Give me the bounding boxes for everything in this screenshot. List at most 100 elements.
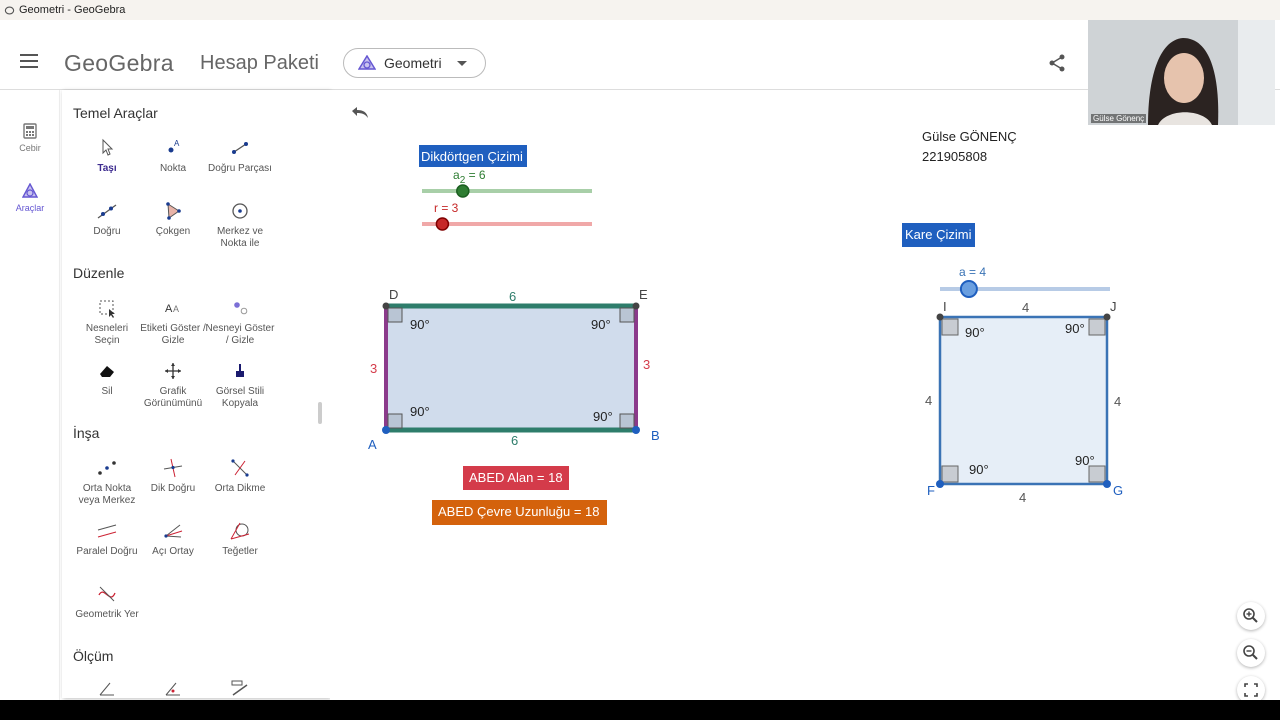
point-d[interactable] <box>382 302 390 310</box>
slider-a2-knob[interactable] <box>456 184 470 198</box>
rect-title: Dikdörtgen Çizimi <box>421 149 523 164</box>
point-f[interactable] <box>936 480 944 488</box>
tools-scrollbar[interactable] <box>318 402 322 424</box>
section-title: İnşa <box>73 425 100 441</box>
tool-label: Dik Doğru <box>150 483 196 494</box>
tool-label: Doğru <box>93 226 121 237</box>
tool-copy-visual-style[interactable]: Görsel Stili Kopyala <box>205 360 275 410</box>
tool-move[interactable]: Taşı <box>72 137 142 175</box>
share-icon[interactable] <box>1048 54 1066 72</box>
tool-angle-bisector[interactable]: Açı Ortay <box>138 520 208 558</box>
tool-label: Taşı <box>97 163 117 174</box>
select-icon <box>99 300 115 318</box>
section-title: Temel Araçlar <box>73 105 158 121</box>
chevron-down-icon <box>457 61 467 66</box>
geometry-drawing: Dikdörtgen Çizimi a2 = 6 r = 3 90° 90° 9… <box>368 129 1123 525</box>
tool-distance[interactable] <box>205 679 275 698</box>
midpoint-icon <box>98 461 116 475</box>
tool-parallel-line[interactable]: Paralel Doğru <box>72 520 142 558</box>
angle-icon <box>99 682 114 696</box>
tool-point[interactable]: A Nokta <box>138 137 208 175</box>
sidebar-item-label: Cebir <box>19 143 41 153</box>
tool-perpendicular-bisector[interactable]: Orta Dikme <box>205 457 275 495</box>
tool-label: Orta Dikme <box>214 483 266 494</box>
side-length-bottom: 4 <box>1019 490 1026 505</box>
point-i[interactable] <box>936 313 944 321</box>
menu-icon[interactable] <box>20 54 38 68</box>
tool-segment[interactable]: Doğru Parçası <box>205 137 275 175</box>
tool-circle-center-point[interactable]: Merkez ve Nokta ile <box>205 200 275 250</box>
app-selector-label: Geometri <box>384 55 442 71</box>
show-hide-icon <box>234 302 248 315</box>
side-length-left: 3 <box>370 361 377 376</box>
sidebar-item-label: Araçlar <box>15 203 45 213</box>
author-id: 221905808 <box>922 149 987 164</box>
angle-label: 90° <box>969 462 989 477</box>
area-label: ABED Alan = 18 <box>469 470 563 485</box>
fullscreen-button[interactable] <box>1237 676 1265 700</box>
sidebar-item-araclar[interactable]: Araçlar <box>0 183 60 213</box>
side-length-right: 4 <box>1114 394 1121 409</box>
point-label-g: G <box>1113 483 1123 498</box>
tool-label: Nokta <box>159 163 187 174</box>
tool-delete[interactable]: Sil <box>72 360 142 398</box>
slider-a-knob[interactable] <box>959 280 978 298</box>
circle-icon <box>232 203 248 219</box>
perpendicular-icon <box>163 458 183 478</box>
fullscreen-icon <box>1244 683 1258 697</box>
right-angle-marker <box>941 318 959 336</box>
app-selector[interactable]: Geometri <box>343 48 486 78</box>
geogebra-icon <box>4 5 15 15</box>
bisector-icon <box>231 459 249 477</box>
point-b[interactable] <box>632 426 640 434</box>
zoom-out-icon <box>1243 645 1258 660</box>
point-label-a: A <box>368 437 377 452</box>
point-e[interactable] <box>632 302 640 310</box>
parallel-icon <box>97 524 117 538</box>
right-angle-marker <box>619 307 635 323</box>
tool-label: Paralel Doğru <box>76 546 138 557</box>
tool-locus[interactable]: Geometrik Yer <box>72 583 142 621</box>
brush-icon <box>236 364 244 377</box>
tool-tangents[interactable]: Teğetler <box>205 520 275 558</box>
zoom-in-button[interactable] <box>1237 602 1265 630</box>
square-title: Kare Çizimi <box>905 227 972 242</box>
angle-label: 90° <box>1065 321 1085 336</box>
point-j[interactable] <box>1103 313 1111 321</box>
tool-midpoint[interactable]: Orta Nokta veya Merkez <box>72 457 142 507</box>
point-g[interactable] <box>1103 480 1111 488</box>
graphics-view[interactable]: Dikdörtgen Çizimi a2 = 6 r = 3 90° 90° 9… <box>330 90 1280 700</box>
polygon-icon <box>166 202 181 220</box>
tool-label: Açı Ortay <box>152 546 194 557</box>
slider-a2-label: a2 = 6 <box>453 168 486 186</box>
tool-show-hide-object[interactable]: Nesneyi Göster / Gizle <box>205 297 275 347</box>
point-a[interactable] <box>382 426 390 434</box>
bottom-letterbox <box>0 700 1280 720</box>
window-title: Geometri - GeoGebra <box>19 4 126 16</box>
right-angle-marker <box>387 413 403 429</box>
geogebra-logo[interactable]: GeoGebra <box>64 50 174 77</box>
tool-show-hide-label[interactable]: AA Etiketi Göster / Gizle <box>138 297 208 347</box>
tool-label: Nesneyi Göster / Gizle <box>205 323 275 346</box>
tangent-icon <box>230 522 250 540</box>
tool-angle-given-size[interactable] <box>138 679 208 698</box>
tools-icon <box>22 183 38 198</box>
tool-select-objects[interactable]: Nesneleri Seçin <box>72 297 142 347</box>
right-angle-marker <box>619 413 635 429</box>
point-label-j: J <box>1110 299 1117 314</box>
sidebar-item-cebir[interactable]: Cebir <box>0 123 60 153</box>
slider-r-knob[interactable] <box>435 217 450 231</box>
tool-move-graphics-view[interactable]: Grafik Görünümünü <box>138 360 208 410</box>
zoom-out-button[interactable] <box>1237 639 1265 667</box>
side-length-right: 3 <box>643 357 650 372</box>
tool-polygon[interactable]: Çokgen <box>138 200 208 238</box>
label-icon: AA <box>165 303 179 315</box>
perimeter-label: ABED Çevre Uzunluğu = 18 <box>438 504 600 519</box>
tool-perpendicular-line[interactable]: Dik Doğru <box>138 457 208 495</box>
section-title: Ölçüm <box>73 648 114 664</box>
side-length-left: 4 <box>925 393 932 408</box>
tool-line[interactable]: Doğru <box>72 200 142 238</box>
move-view-icon <box>165 363 181 379</box>
tool-angle[interactable] <box>72 679 142 698</box>
tool-label: Sil <box>101 386 113 397</box>
